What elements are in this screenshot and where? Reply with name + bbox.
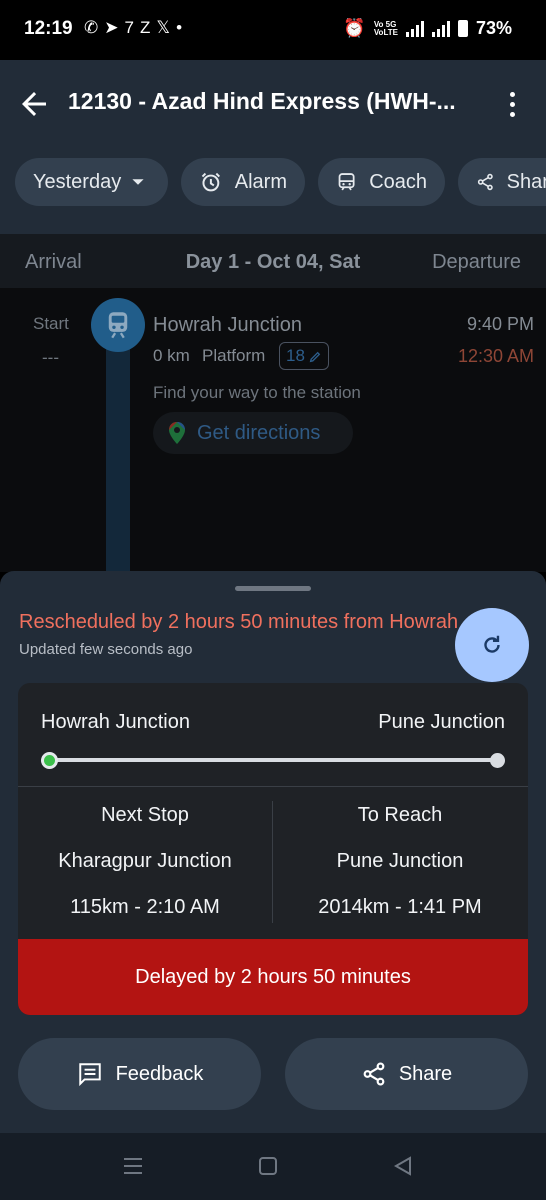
app-icon: 7	[124, 18, 140, 37]
action-chips: Yesterday Alarm Coach Share	[0, 150, 546, 234]
route-origin: Howrah Junction	[41, 711, 190, 733]
alarm-status-icon: ⏰	[343, 18, 366, 38]
home-icon[interactable]	[258, 1155, 278, 1177]
arrival-label: Start	[33, 314, 69, 333]
get-directions-button[interactable]: Get directions	[153, 412, 353, 454]
journey-current-position	[41, 752, 58, 769]
platform-badge[interactable]: 18	[279, 342, 329, 370]
to-reach-info: 2014km - 1:41 PM	[318, 896, 482, 918]
z-icon: Z	[139, 18, 157, 37]
volte-label: Vo 5G VoLTE	[373, 19, 398, 37]
share-chip[interactable]: Share	[458, 158, 546, 206]
train-coach-icon	[338, 173, 355, 191]
journey-card: Howrah Junction Pune Junction Next Stop …	[18, 683, 528, 1015]
x-icon: 𝕏	[156, 18, 177, 37]
find-station-text: Find your way to the station	[153, 383, 361, 402]
next-stop-column: Next Stop Kharagpur Junction 115km - 2:1…	[18, 803, 272, 941]
dropdown-arrow-icon	[132, 179, 144, 185]
status-time: 12:19	[24, 18, 73, 39]
page-title: 12130 - Azad Hind Express (HWH-...	[68, 88, 456, 114]
alarm-chip-label: Alarm	[234, 170, 287, 193]
notification-icons: ✆➤7Z𝕏•	[84, 18, 188, 38]
platform-number: 18	[286, 346, 305, 365]
next-stop-name: Kharagpur Junction	[58, 850, 232, 872]
whatsapp-icon: ✆	[84, 18, 105, 37]
refresh-icon	[484, 635, 500, 653]
feedback-icon	[78, 1063, 101, 1087]
to-reach-name: Pune Junction	[336, 850, 464, 872]
more-options-button[interactable]	[500, 86, 524, 122]
train-icon	[91, 298, 145, 352]
departure-column-header: Departure	[432, 251, 521, 273]
directions-label: Get directions	[197, 421, 321, 444]
battery-icon	[457, 20, 468, 37]
share-button[interactable]: Share	[285, 1038, 528, 1110]
scheduled-departure: 9:40 PM	[466, 314, 534, 334]
recent-apps-icon[interactable]	[122, 1155, 144, 1177]
card-divider	[18, 786, 528, 787]
timeline-line	[106, 328, 130, 578]
back-nav-icon[interactable]	[392, 1155, 414, 1177]
sheet-drag-handle[interactable]	[235, 586, 311, 591]
telegram-icon: ➤	[104, 18, 125, 37]
coach-chip-label: Coach	[369, 170, 427, 193]
route-destination: Pune Junction	[378, 711, 505, 733]
updated-time: Updated few seconds ago	[19, 641, 193, 658]
platform-label: Platform	[202, 346, 266, 365]
reschedule-message: Rescheduled by 2 hours 50 minutes from H…	[19, 611, 459, 633]
share-label: Share	[398, 1062, 453, 1085]
share-chip-label: Share	[506, 170, 546, 193]
share-icon	[477, 173, 493, 191]
status-right: ⏰ Vo 5G VoLTE 73%	[343, 18, 512, 39]
battery-level: 73%	[475, 18, 512, 38]
next-stop-info: 115km - 2:10 AM	[70, 896, 220, 918]
journey-end-marker	[490, 753, 505, 768]
back-arrow-icon	[22, 92, 46, 116]
arrival-time: ---	[42, 348, 59, 367]
status-bar: 12:19 ✆➤7Z𝕏• ⏰ Vo 5G VoLTE 73%	[0, 0, 546, 60]
coach-chip[interactable]: Coach	[318, 158, 445, 206]
station-name: Howrah Junction	[153, 314, 302, 336]
day-header: Arrival Day 1 - Oct 04, Sat Departure	[0, 234, 546, 288]
back-button[interactable]	[16, 86, 52, 122]
map-pin-icon	[169, 422, 185, 444]
to-reach-column: To Reach Pune Junction 2014km - 1:41 PM	[273, 803, 527, 941]
alarm-clock-icon	[201, 172, 221, 192]
feedback-label: Feedback	[115, 1062, 204, 1085]
refresh-button[interactable]	[455, 608, 529, 682]
share-icon	[363, 1062, 385, 1086]
date-selector-chip[interactable]: Yesterday	[15, 158, 168, 206]
station-row[interactable]: Start --- Howrah Junction 9:40 PM 12:30 …	[0, 288, 546, 578]
system-nav-bar	[0, 1133, 546, 1200]
delay-banner: Delayed by 2 hours 50 minutes	[18, 939, 528, 1015]
journey-progress-track	[50, 758, 498, 762]
station-distance: 0 km	[153, 346, 190, 365]
feedback-button[interactable]: Feedback	[18, 1038, 261, 1110]
live-status-sheet: Rescheduled by 2 hours 50 minutes from H…	[0, 571, 546, 1133]
delay-text: Delayed by 2 hours 50 minutes	[135, 965, 411, 988]
next-stop-label: Next Stop	[101, 804, 189, 826]
actual-departure: 12:30 AM	[457, 346, 534, 366]
app-bar: 12130 - Azad Hind Express (HWH-...	[0, 60, 546, 150]
signal-5g-icon	[405, 20, 424, 37]
dot-icon: •	[176, 18, 189, 37]
alarm-chip[interactable]: Alarm	[181, 158, 305, 206]
signal-icon	[431, 20, 450, 37]
to-reach-label: To Reach	[357, 804, 443, 826]
date-chip-label: Yesterday	[33, 170, 122, 193]
edit-pencil-icon	[309, 351, 321, 362]
more-vert-icon	[509, 91, 515, 97]
